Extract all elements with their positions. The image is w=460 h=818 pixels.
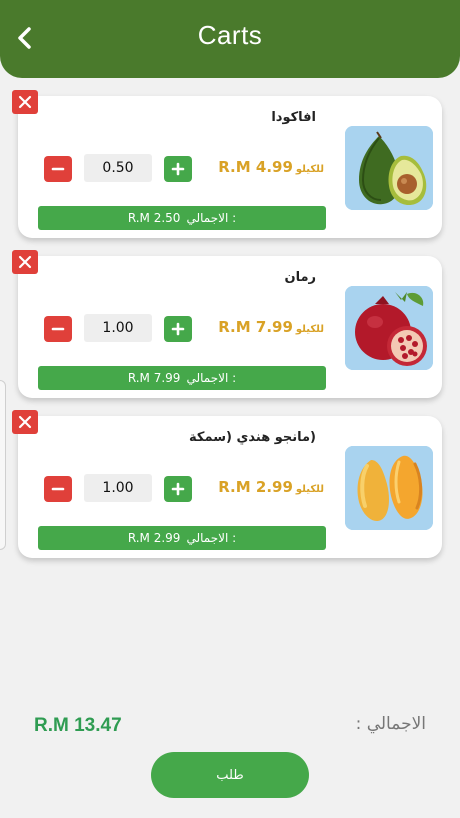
pomegranate-icon	[345, 286, 433, 370]
decrease-qty-button[interactable]	[44, 476, 72, 502]
side-drawer-handle[interactable]	[0, 380, 6, 550]
unit-price: R.M 7.99 للكيلو	[218, 318, 324, 336]
decrease-qty-button[interactable]	[44, 156, 72, 182]
decrease-qty-button[interactable]	[44, 316, 72, 342]
price-unit: للكيلو	[295, 164, 324, 175]
price-value: R.M 2.99	[218, 478, 293, 496]
close-icon	[18, 415, 32, 429]
increase-qty-button[interactable]	[164, 316, 192, 342]
cart-item: افاكودا R.M 4.99 للكيلو 0.50 R.M 2.50 ال…	[12, 90, 442, 238]
minus-icon	[51, 327, 65, 331]
product-image-pomegranate	[345, 286, 433, 370]
item-total-label: الاجمالي :	[186, 531, 237, 545]
product-name: رمان	[284, 270, 316, 285]
item-total-label: الاجمالي :	[186, 371, 237, 385]
minus-icon	[51, 167, 65, 171]
cart-item: رمان R.M 7.99 للكيلو 1.00 R.M 7.99 الاجم…	[12, 250, 442, 398]
increase-qty-button[interactable]	[164, 476, 192, 502]
price-unit: للكيلو	[295, 484, 324, 495]
minus-icon	[51, 487, 65, 491]
price-value: R.M 4.99	[218, 158, 293, 176]
unit-price: R.M 4.99 للكيلو	[218, 158, 324, 176]
plus-icon	[171, 162, 185, 176]
unit-price: R.M 2.99 للكيلو	[218, 478, 324, 496]
remove-item-button[interactable]	[12, 410, 38, 434]
price-value: R.M 7.99	[218, 318, 293, 336]
item-total-bar: R.M 2.50 الاجمالي :	[38, 206, 326, 230]
price-unit: للكيلو	[295, 324, 324, 335]
close-icon	[18, 255, 32, 269]
item-total-bar: R.M 2.99 الاجمالي :	[38, 526, 326, 550]
remove-item-button[interactable]	[12, 250, 38, 274]
quantity-field[interactable]: 0.50	[84, 154, 152, 182]
item-total-value: R.M 7.99	[127, 371, 181, 385]
close-icon	[18, 95, 32, 109]
plus-icon	[171, 482, 185, 496]
page-title: Carts	[197, 20, 263, 50]
order-button[interactable]: طلب	[151, 752, 309, 798]
item-total-label: الاجمالي :	[186, 211, 237, 225]
mango-icon	[345, 446, 433, 530]
increase-qty-button[interactable]	[164, 156, 192, 182]
product-name: (مانجو هندي (سمكة	[189, 430, 316, 445]
item-total-value: R.M 2.99	[127, 531, 181, 545]
quantity-field[interactable]: 1.00	[84, 314, 152, 342]
remove-item-button[interactable]	[12, 90, 38, 114]
app-header: Carts	[0, 0, 460, 78]
product-image-avocado	[345, 126, 433, 210]
product-name: افاكودا	[271, 110, 316, 125]
grand-total-value: R.M 13.47	[34, 715, 122, 736]
item-total-value: R.M 2.50	[127, 211, 181, 225]
product-image-mango	[345, 446, 433, 530]
quantity-field[interactable]: 1.00	[84, 474, 152, 502]
item-total-bar: R.M 7.99 الاجمالي :	[38, 366, 326, 390]
cart-item: (مانجو هندي (سمكة R.M 2.99 للكيلو 1.00 R…	[12, 410, 442, 558]
grand-total-label: الاجمالي :	[355, 714, 426, 734]
avocado-icon	[345, 126, 433, 210]
plus-icon	[171, 322, 185, 336]
